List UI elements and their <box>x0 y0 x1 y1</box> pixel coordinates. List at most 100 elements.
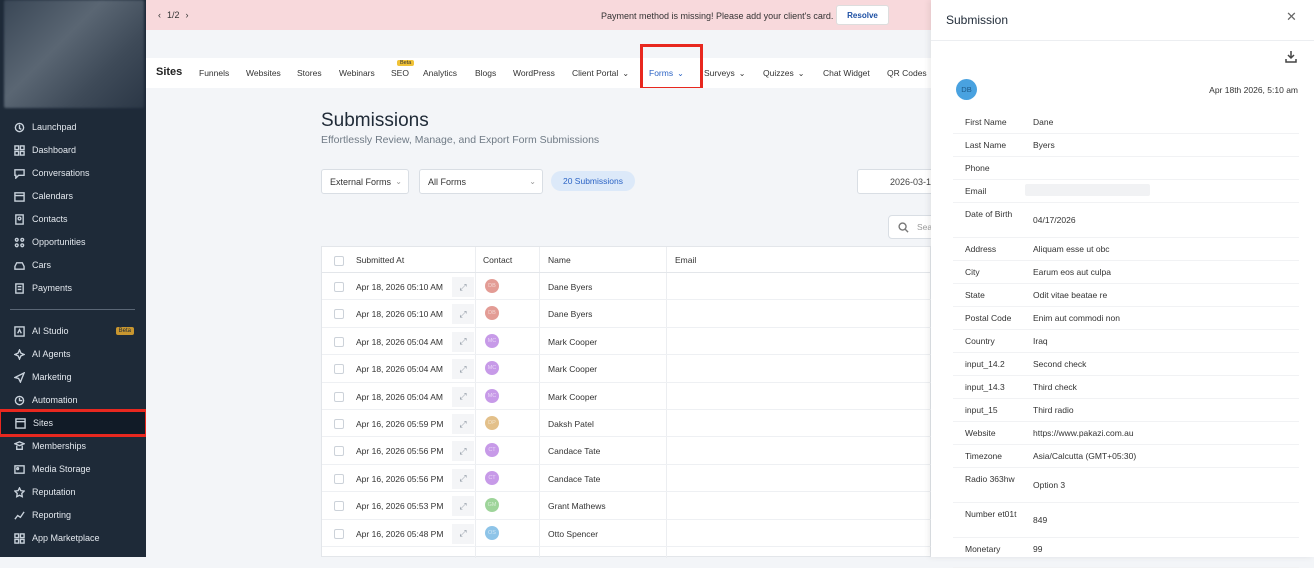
download-icon[interactable] <box>1285 50 1297 63</box>
table-row[interactable]: Apr 18, 2026 05:10 AM ⤢ DB Dane Byers <box>322 300 932 328</box>
sidebar-item-contacts[interactable]: Contacts <box>0 208 146 230</box>
contact-avatar[interactable]: OS <box>485 525 499 540</box>
table-row[interactable]: Apr 16, 2026 05:59 PM ⤢ DP Daksh Patel <box>322 410 932 438</box>
contact-avatar[interactable]: DP <box>485 416 499 430</box>
contact-avatar[interactable]: CT <box>485 470 499 485</box>
expand-icon[interactable]: ⤢ <box>452 523 474 544</box>
table-row[interactable]: Apr 18, 2026 05:04 AM ⤢ MC Mark Cooper <box>322 328 932 356</box>
close-icon[interactable]: ✕ <box>1286 9 1297 25</box>
row-checkbox[interactable] <box>334 282 344 292</box>
tab-client-portal[interactable]: Client Portal ⌄ <box>572 68 629 78</box>
row-checkbox[interactable] <box>334 528 344 539</box>
expand-icon[interactable]: ⤢ <box>452 496 474 517</box>
tab-webinars[interactable]: Webinars <box>339 68 375 78</box>
tab-websites[interactable]: Websites <box>246 68 281 78</box>
tab-qr-codes[interactable]: QR Codes <box>887 68 927 78</box>
sidebar-item-dashboard[interactable]: Dashboard <box>0 139 146 161</box>
tab-surveys[interactable]: Surveys ⌄ <box>704 68 745 78</box>
page-subtitle: Effortlessly Review, Manage, and Export … <box>321 134 600 146</box>
select-all-checkbox[interactable] <box>334 256 344 266</box>
chevron-right-icon[interactable]: › <box>186 10 189 20</box>
contact-avatar[interactable]: CT <box>485 443 499 458</box>
source-select[interactable]: External Forms ⌄ <box>321 169 409 194</box>
tab-seo[interactable]: SEO Beta <box>391 60 415 78</box>
field-row: input_14.3 Third check <box>953 376 1299 399</box>
expand-icon[interactable]: ⤢ <box>452 386 474 407</box>
sidebar-item-launchpad[interactable]: Launchpad <box>0 116 146 138</box>
row-checkbox[interactable] <box>334 391 344 402</box>
field-row: First Name Dane <box>953 111 1299 134</box>
row-checkbox[interactable] <box>334 446 344 457</box>
table-row[interactable]: Apr 18, 2026 05:04 AM ⤢ MC Mark Cooper <box>322 355 932 383</box>
tab-quizzes[interactable]: Quizzes ⌄ <box>763 68 804 78</box>
expand-icon[interactable]: ⤢ <box>452 414 474 434</box>
contact-avatar[interactable]: MC <box>485 388 499 403</box>
row-checkbox[interactable] <box>334 501 344 512</box>
row-checkbox[interactable] <box>334 309 344 320</box>
sidebar-item-ai-agents[interactable]: AI Agents <box>0 343 146 365</box>
expand-icon[interactable]: ⤢ <box>452 441 474 462</box>
expand-icon[interactable]: ⤢ <box>452 359 474 380</box>
field-row: State Odit vitae beatae re <box>953 284 1299 307</box>
tab-blogs[interactable]: Blogs <box>475 68 496 78</box>
sidebar-item-memberships[interactable]: Memberships <box>0 435 146 457</box>
table-row[interactable]: Apr 16, 2026 05:53 PM ⤢ GM Grant Mathews <box>322 492 932 520</box>
sidebar-item-cars[interactable]: Cars <box>0 254 146 276</box>
sidebar-item-marketing[interactable]: Marketing <box>0 366 146 388</box>
submissions-table: Submitted At Contact Name Email Apr 18, … <box>321 246 932 558</box>
contact-avatar[interactable]: MC <box>485 361 499 376</box>
table-row[interactable]: Apr 16, 2026 05:48 PM ⤢ OS Otto Spencer <box>322 520 932 547</box>
sidebar-item-media-storage[interactable]: Media Storage <box>0 458 146 480</box>
tab-label: Blogs <box>475 68 497 78</box>
date-range-picker[interactable]: 2026-03-1 <box>857 169 937 194</box>
header-email[interactable]: Email <box>675 255 696 265</box>
chevron-down-icon: ⌄ <box>797 68 805 78</box>
sidebar-item-sites[interactable]: Sites <box>0 409 148 437</box>
tab-funnels[interactable]: Funnels <box>199 68 229 78</box>
forms-select[interactable]: All Forms ⌄ <box>419 169 543 194</box>
field-label: State <box>965 290 985 300</box>
header-submitted-at[interactable]: Submitted At <box>356 255 404 265</box>
table-row[interactable]: Apr 16, 2026 05:56 PM ⤢ CT Candace Tate <box>322 465 932 493</box>
sidebar-item-ai-studio[interactable]: AI Studio Beta <box>0 320 146 342</box>
sidebar-item-opportunities[interactable]: Opportunities <box>0 231 146 253</box>
tab-stores[interactable]: Stores <box>297 68 322 78</box>
contact-avatar[interactable]: MC <box>485 333 499 348</box>
chevron-left-icon[interactable]: ‹ <box>158 10 161 20</box>
table-row[interactable]: Apr 18, 2026 05:10 AM ⤢ DB Dane Byers <box>322 273 932 301</box>
sidebar-item-reporting[interactable]: Reporting <box>0 504 146 526</box>
expand-icon[interactable]: ⤢ <box>452 304 474 325</box>
sidebar-item-payments[interactable]: Payments <box>0 277 146 299</box>
contact-avatar[interactable]: DB <box>485 306 499 321</box>
row-checkbox[interactable] <box>334 336 344 347</box>
submitted-at-cell: Apr 18, 2026 05:04 AM <box>356 391 443 402</box>
sidebar-item-app-marketplace[interactable]: App Marketplace <box>0 527 146 549</box>
sidebar-item-label: Conversations <box>32 168 90 178</box>
row-checkbox[interactable] <box>334 364 344 375</box>
tab-wordpress[interactable]: WordPress <box>513 68 555 78</box>
field-value: Third check <box>1033 382 1077 392</box>
field-row: Country Iraq <box>953 330 1299 353</box>
sidebar-item-label: Opportunities <box>32 237 86 247</box>
field-value: Option 3 <box>1033 480 1066 490</box>
sidebar-item-calendars[interactable]: Calendars <box>0 185 146 207</box>
field-row: Postal Code Enim aut commodi non <box>953 307 1299 330</box>
row-checkbox[interactable] <box>334 473 344 484</box>
field-label: Website <box>965 428 996 438</box>
header-contact[interactable]: Contact <box>483 255 512 265</box>
expand-icon[interactable]: ⤢ <box>452 277 474 297</box>
tab-chat-widget[interactable]: Chat Widget <box>823 68 870 78</box>
row-checkbox[interactable] <box>334 419 344 429</box>
tab-analytics[interactable]: Analytics <box>423 68 457 78</box>
header-name[interactable]: Name <box>548 255 571 265</box>
resolve-button[interactable]: Resolve <box>836 5 889 25</box>
sidebar-item-reputation[interactable]: Reputation <box>0 481 146 503</box>
expand-icon[interactable]: ⤢ <box>452 468 474 489</box>
table-row[interactable]: Apr 16, 2026 05:56 PM ⤢ CT Candace Tate <box>322 437 932 465</box>
table-row[interactable]: Apr 18, 2026 05:04 AM ⤢ MC Mark Cooper <box>322 383 932 410</box>
sidebar-item-automation[interactable]: Automation <box>0 389 146 411</box>
sidebar-item-conversations[interactable]: Conversations <box>0 162 146 184</box>
expand-icon[interactable]: ⤢ <box>452 331 474 352</box>
contact-avatar[interactable]: DB <box>485 279 499 293</box>
contact-avatar[interactable]: GM <box>485 498 499 513</box>
